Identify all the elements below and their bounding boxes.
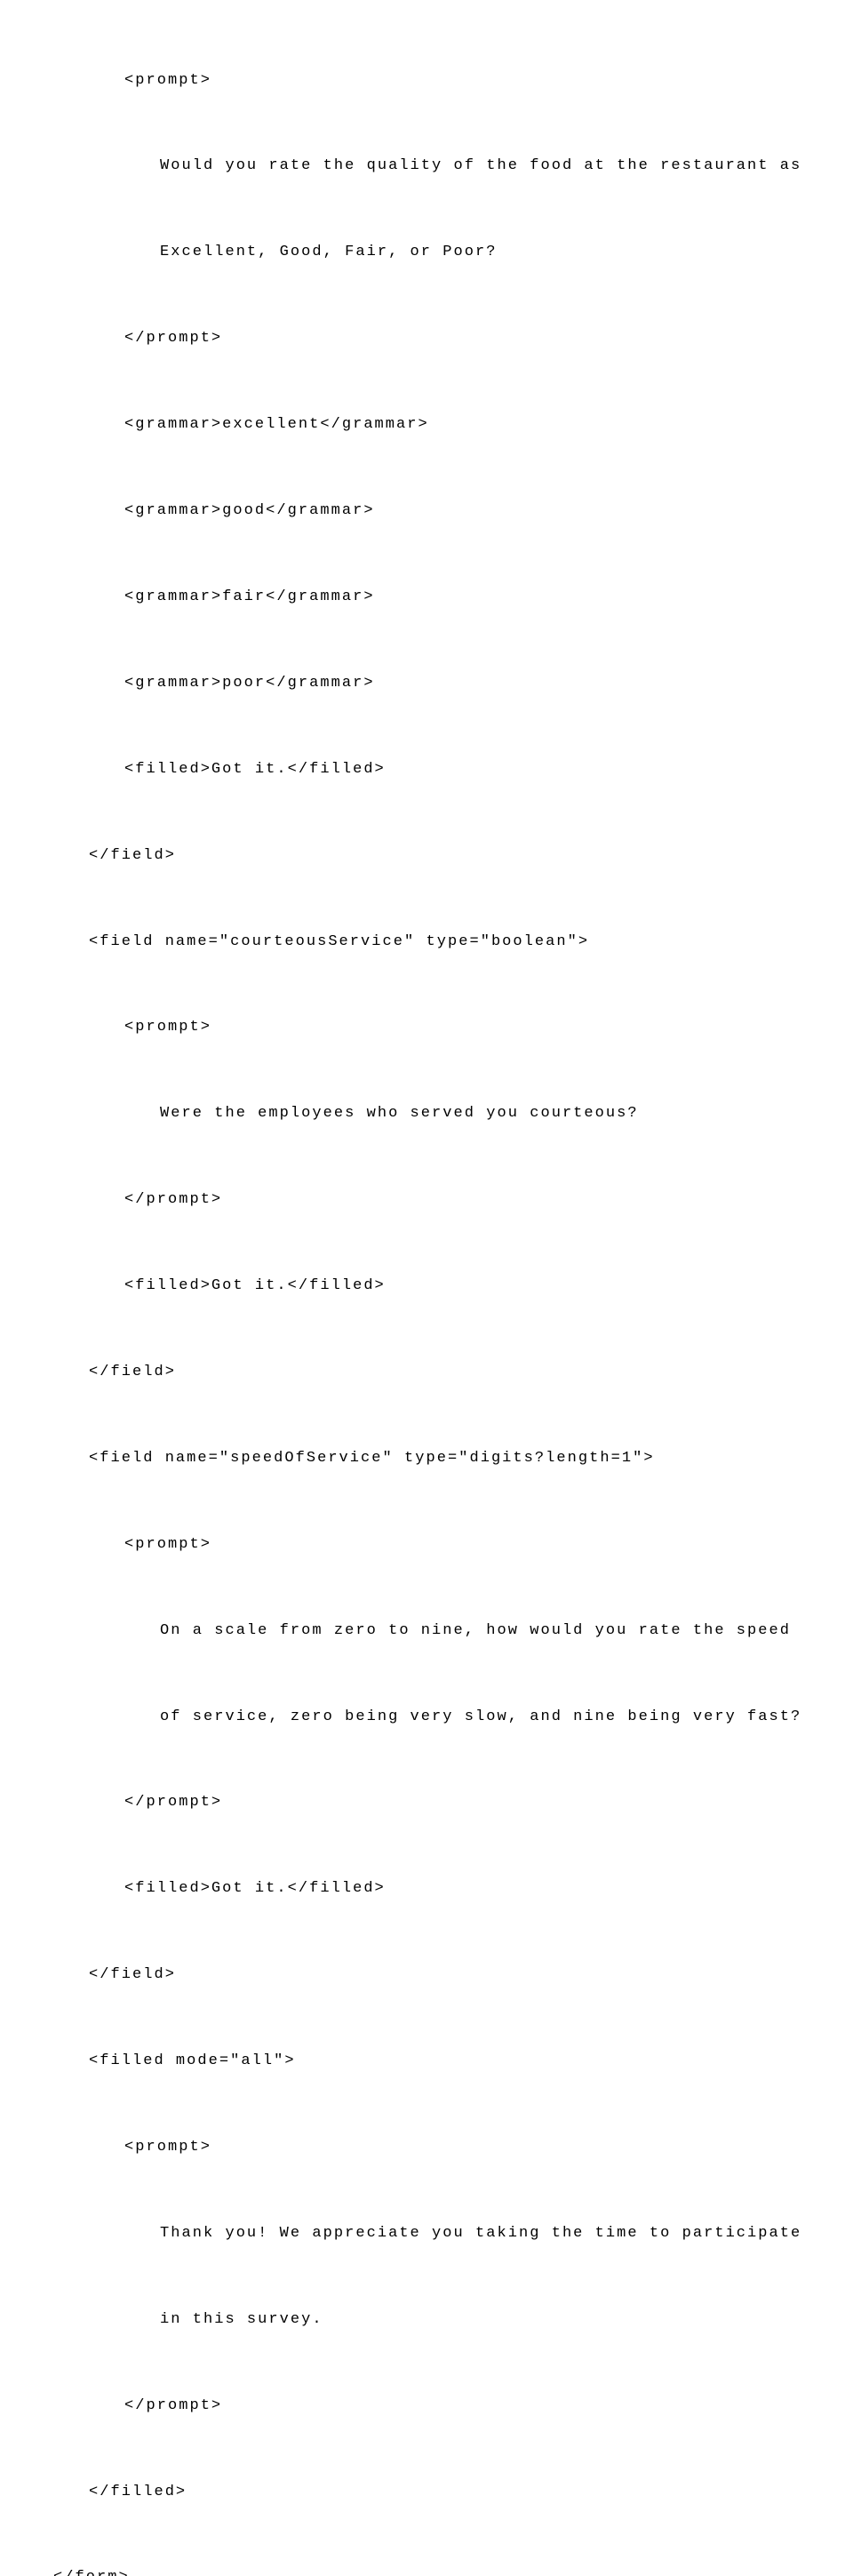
code-line: <filled>Got it.</filled> xyxy=(53,1272,800,1300)
code-line: of service, zero being very slow, and ni… xyxy=(53,1703,800,1732)
code-line: </prompt> xyxy=(53,1788,800,1817)
code-line: </field> xyxy=(53,1961,800,1989)
code-line: Would you rate the quality of the food a… xyxy=(53,152,800,180)
code-line: </filled> xyxy=(53,2478,800,2507)
code-line: <field name="speedOfService" type="digit… xyxy=(53,1444,800,1473)
code-line: <filled mode="all"> xyxy=(53,2047,800,2076)
code-line: in this survey. xyxy=(53,2306,800,2334)
code-line: </prompt> xyxy=(53,324,800,353)
code-line: <prompt> xyxy=(53,2133,800,2162)
code-line: <grammar>fair</grammar> xyxy=(53,583,800,612)
code-line: <filled>Got it.</filled> xyxy=(53,1875,800,1903)
code-line: <prompt> xyxy=(53,67,800,95)
code-line: </field> xyxy=(53,1358,800,1387)
code-line: Thank you! We appreciate you taking the … xyxy=(53,2220,800,2248)
code-line: </form> xyxy=(53,2564,800,2576)
code-line: On a scale from zero to nine, how would … xyxy=(53,1617,800,1645)
document-page: <prompt> Would you rate the quality of t… xyxy=(0,0,853,2576)
code-line: </prompt> xyxy=(53,2392,800,2420)
code-line: </field> xyxy=(53,842,800,870)
code-block: <prompt> Would you rate the quality of t… xyxy=(53,9,800,2576)
code-line: <grammar>good</grammar> xyxy=(53,497,800,525)
code-line: <prompt> xyxy=(53,1013,800,1042)
code-line: <grammar>excellent</grammar> xyxy=(53,411,800,439)
code-line: <grammar>poor</grammar> xyxy=(53,669,800,698)
code-line: Excellent, Good, Fair, or Poor? xyxy=(53,238,800,267)
code-line: <filled>Got it.</filled> xyxy=(53,756,800,784)
code-line: <prompt> xyxy=(53,1531,800,1559)
code-line: </prompt> xyxy=(53,1186,800,1214)
code-line: Were the employees who served you courte… xyxy=(53,1100,800,1128)
code-line: <field name="courteousService" type="boo… xyxy=(53,928,800,956)
